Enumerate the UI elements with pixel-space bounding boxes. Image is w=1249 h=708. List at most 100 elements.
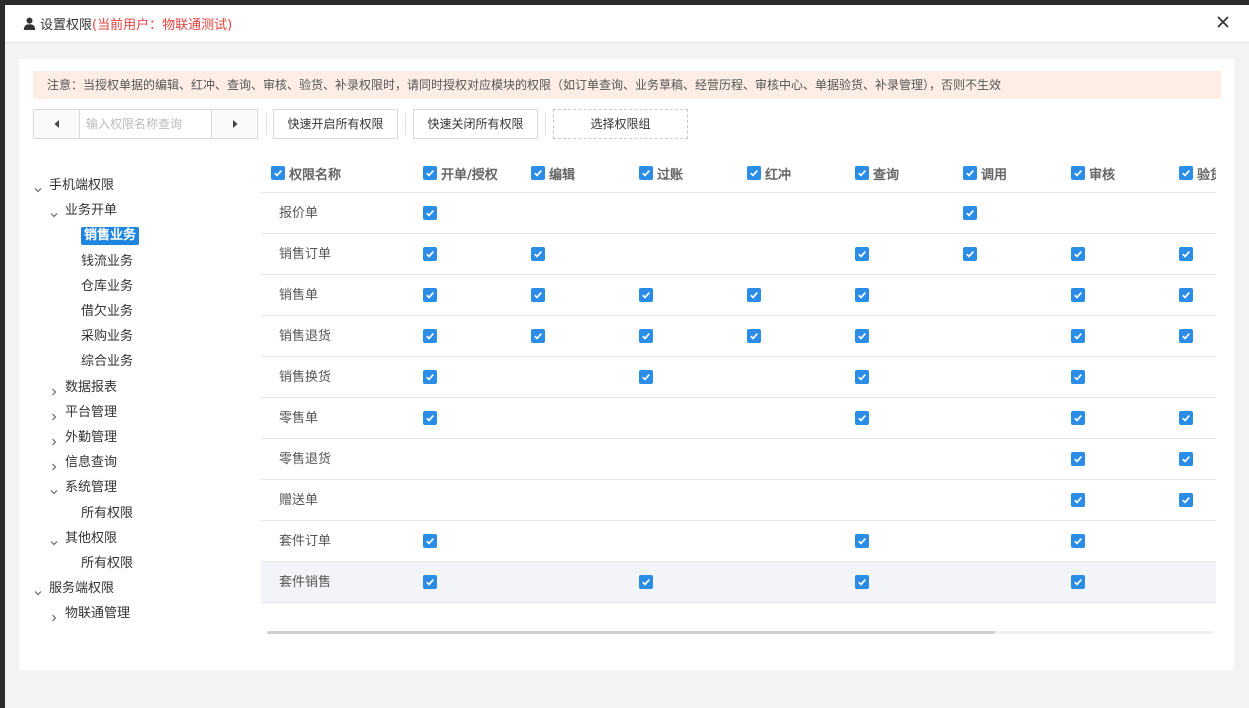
tree-node[interactable]: 采购业务: [81, 326, 133, 348]
chevron-down-icon[interactable]: [49, 206, 59, 218]
chevron-right-icon[interactable]: [49, 383, 59, 396]
permission-cell: [639, 288, 657, 304]
permission-checkbox[interactable]: [1071, 534, 1085, 548]
permission-checkbox[interactable]: [747, 288, 761, 302]
tree-node[interactable]: 手机端权限: [33, 175, 114, 197]
select-all-checkbox[interactable]: [271, 166, 285, 180]
permission-checkbox[interactable]: [639, 575, 653, 589]
permission-checkbox[interactable]: [855, 370, 869, 384]
permission-checkbox[interactable]: [963, 206, 977, 220]
permission-search-input[interactable]: [80, 110, 211, 138]
permission-cell: [423, 329, 441, 345]
permission-cell: [1071, 534, 1089, 550]
scrollbar-thumb[interactable]: [267, 631, 995, 634]
permission-checkbox[interactable]: [423, 206, 437, 220]
permission-checkbox[interactable]: [423, 329, 437, 343]
chevron-right-icon[interactable]: [49, 458, 59, 471]
tree-node[interactable]: 仓库业务: [81, 276, 133, 298]
permission-checkbox[interactable]: [855, 534, 869, 548]
row-name: 销售订单: [279, 247, 332, 262]
permission-cell: [855, 329, 873, 345]
permission-checkbox[interactable]: [1071, 288, 1085, 302]
permission-checkbox[interactable]: [423, 370, 437, 384]
permission-checkbox[interactable]: [855, 288, 869, 302]
tree-node[interactable]: 业务开单: [49, 200, 117, 222]
permission-checkbox[interactable]: [639, 329, 653, 343]
permission-checkbox[interactable]: [1179, 411, 1193, 425]
permission-cell: [1179, 329, 1197, 345]
tree-node[interactable]: 所有权限: [81, 553, 133, 575]
chevron-down-icon[interactable]: [49, 534, 59, 546]
tree-node[interactable]: 系统管理: [49, 477, 117, 499]
select-permission-group-button[interactable]: 选择权限组: [553, 109, 688, 139]
tree-node[interactable]: 物联通管理: [49, 603, 130, 625]
next-button[interactable]: [211, 110, 257, 138]
permission-checkbox[interactable]: [423, 247, 437, 261]
tree-node[interactable]: 借欠业务: [81, 301, 133, 323]
permission-checkbox[interactable]: [1071, 493, 1085, 507]
permission-checkbox[interactable]: [855, 247, 869, 261]
tree-node[interactable]: 销售业务: [81, 225, 140, 247]
column-checkbox[interactable]: [531, 166, 545, 180]
permission-checkbox[interactable]: [531, 247, 545, 261]
column-header-label: 红冲: [765, 167, 792, 183]
chevron-down-icon[interactable]: [33, 181, 43, 193]
permission-checkbox[interactable]: [1071, 329, 1085, 343]
chevron-right-icon[interactable]: [49, 609, 59, 622]
permission-checkbox[interactable]: [639, 370, 653, 384]
permission-checkbox[interactable]: [1179, 329, 1193, 343]
permission-checkbox[interactable]: [1071, 370, 1085, 384]
chevron-down-icon[interactable]: [49, 483, 59, 495]
column-checkbox[interactable]: [1071, 166, 1085, 180]
close-all-button[interactable]: 快速关闭所有权限: [413, 109, 538, 139]
column-checkbox[interactable]: [963, 166, 977, 180]
tree-node[interactable]: 平台管理: [49, 402, 117, 424]
open-all-button[interactable]: 快速开启所有权限: [273, 109, 398, 139]
column-checkbox[interactable]: [747, 166, 761, 180]
permission-cell: [1179, 452, 1197, 468]
permission-checkbox[interactable]: [423, 575, 437, 589]
permission-checkbox[interactable]: [531, 329, 545, 343]
permission-checkbox[interactable]: [1071, 452, 1085, 466]
permission-checkbox[interactable]: [531, 288, 545, 302]
permission-checkbox[interactable]: [423, 534, 437, 548]
permission-checkbox[interactable]: [1071, 575, 1085, 589]
column-checkbox[interactable]: [423, 166, 437, 180]
chevron-down-icon[interactable]: [33, 584, 43, 596]
current-user-label: (当前用户：物联通测试): [92, 18, 233, 33]
tree-node[interactable]: 服务端权限: [33, 578, 114, 600]
column-checkbox[interactable]: [1179, 166, 1193, 180]
close-icon[interactable]: [1215, 14, 1231, 30]
chevron-right-icon[interactable]: [49, 433, 59, 446]
permission-checkbox[interactable]: [855, 411, 869, 425]
permission-checkbox[interactable]: [423, 288, 437, 302]
permission-checkbox[interactable]: [639, 288, 653, 302]
horizontal-scrollbar[interactable]: [267, 631, 1213, 634]
permission-cell: [1071, 411, 1089, 427]
permission-checkbox[interactable]: [855, 575, 869, 589]
permission-checkbox[interactable]: [1179, 452, 1193, 466]
permission-checkbox[interactable]: [855, 329, 869, 343]
chevron-right-icon[interactable]: [49, 408, 59, 421]
tree-node[interactable]: 数据报表: [49, 377, 117, 399]
permission-checkbox[interactable]: [1071, 411, 1085, 425]
permission-checkbox[interactable]: [423, 411, 437, 425]
prev-button[interactable]: [34, 110, 80, 138]
caret-right-icon: [232, 120, 237, 128]
column-checkbox[interactable]: [639, 166, 653, 180]
permission-checkbox[interactable]: [1179, 247, 1193, 261]
permission-checkbox[interactable]: [1179, 493, 1193, 507]
permission-checkbox[interactable]: [1179, 288, 1193, 302]
permission-checkbox[interactable]: [1071, 247, 1085, 261]
column-header: 红冲: [747, 153, 791, 193]
permission-checkbox[interactable]: [963, 247, 977, 261]
column-checkbox[interactable]: [855, 166, 869, 180]
tree-node[interactable]: 钱流业务: [81, 251, 133, 273]
tree-node[interactable]: 外勤管理: [49, 427, 117, 449]
tree-node[interactable]: 信息查询: [49, 452, 117, 474]
permission-checkbox[interactable]: [747, 329, 761, 343]
tree-node[interactable]: 综合业务: [81, 351, 133, 373]
permission-cell: [1071, 329, 1089, 345]
tree-node[interactable]: 所有权限: [81, 503, 133, 525]
tree-node[interactable]: 其他权限: [49, 528, 117, 550]
